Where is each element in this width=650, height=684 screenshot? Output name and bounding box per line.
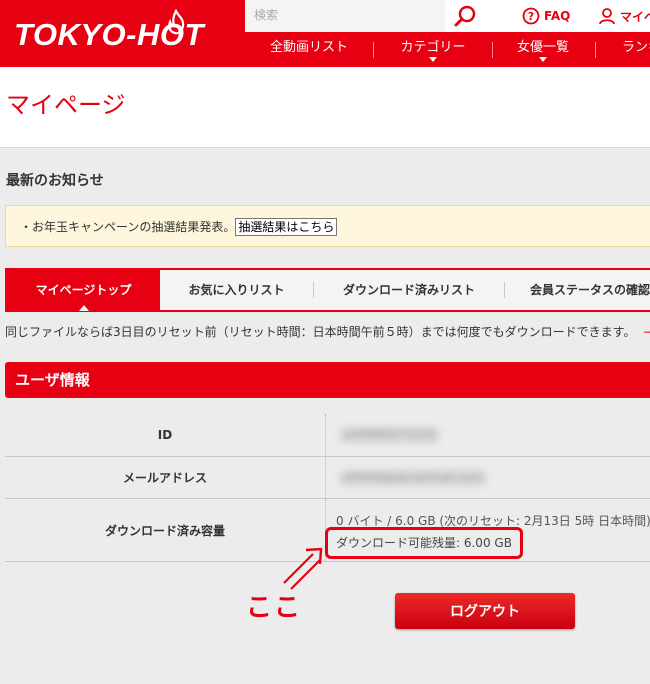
tab-favorites[interactable]: お気に入りリスト <box>160 270 313 310</box>
logout-button[interactable]: ログアウト <box>395 593 575 629</box>
faq-link[interactable]: ? FAQ <box>522 5 570 27</box>
header-utility-links: ? FAQ マイページ <box>445 0 650 32</box>
faq-label: FAQ <box>544 9 571 23</box>
page-title: マイページ <box>6 91 126 119</box>
lottery-results-link[interactable]: 抽選結果はこちら <box>235 218 338 236</box>
download-rule-note: 同じファイルならば3日目のリセット前（リセット時間：日本時間午前５時）までは何度… <box>5 323 650 340</box>
search-button[interactable] <box>453 4 479 28</box>
more-link[interactable]: → <box>643 325 650 339</box>
mypage-label: マイページ <box>620 9 650 24</box>
double-arrow-annotation-icon <box>283 547 323 590</box>
tab-member-status[interactable]: 会員ステータスの確認 <box>505 270 650 310</box>
nav-categories[interactable]: カテゴリー <box>374 34 492 67</box>
notice-box: ・お年玉キャンペーンの抽選結果発表。 抽選結果はこちら <box>5 205 650 247</box>
blurred-email: ef0000@abcdefmail.com <box>338 468 488 487</box>
download-rule-text: 同じファイルならば3日目のリセット前（リセット時間：日本時間午前５時）までは何度… <box>5 325 636 339</box>
svg-text:?: ? <box>528 10 534 23</box>
tab-label: 会員ステータスの確認 <box>529 283 650 297</box>
search-input[interactable] <box>245 0 439 30</box>
tab-downloaded[interactable]: ダウンロード済みリスト <box>314 270 504 310</box>
tab-label: マイページトップ <box>35 283 132 297</box>
nav-divider <box>595 42 596 58</box>
tab-mypage-top[interactable]: マイページトップ <box>7 270 160 311</box>
page-title-bar: マイページ <box>0 67 650 148</box>
tab-label: お気に入りリスト <box>188 283 285 297</box>
nav-ranking[interactable]: ランキング <box>622 34 650 67</box>
user-icon <box>599 8 615 25</box>
flame-icon <box>168 9 185 35</box>
row-label-download-capacity: ダウンロード済み容量 <box>104 523 225 538</box>
section-title: ユーザ情報 <box>15 371 90 389</box>
caret-down-icon <box>429 57 437 62</box>
table-row: メールアドレス ef0000@abcdefmail.com <box>5 457 650 499</box>
nav-all-videos[interactable]: 全動画リスト <box>245 34 373 67</box>
notices-heading: 最新のお知らせ <box>6 173 104 189</box>
nav-label: 全動画リスト <box>269 40 348 55</box>
row-label-id: ID <box>157 428 173 442</box>
active-tab-indicator <box>78 305 89 311</box>
tab-label: ダウンロード済みリスト <box>342 283 475 297</box>
search-bar <box>245 0 445 32</box>
nav-label: ランキング <box>622 40 650 55</box>
nav-actresses[interactable]: 女優一覧 <box>493 34 593 67</box>
mypage-link[interactable]: マイページ <box>598 5 650 27</box>
question-icon: ? <box>522 7 540 25</box>
site-header: TOKYO-HOT ? FAQ マイページ <box>0 0 650 67</box>
mypage-tabs: マイページトップ お気に入りリスト ダウンロード済みリスト 会員ステータスの確認 <box>5 268 650 312</box>
notice-text: ・お年玉キャンペーンの抽選結果発表。 <box>20 220 236 234</box>
table-row: ID 1409900271222 <box>5 414 650 457</box>
row-label-email: メールアドレス <box>122 471 207 485</box>
blurred-user-id: 1409900271222 <box>338 426 441 444</box>
notice-item: ・お年玉キャンペーンの抽選結果発表。 抽選結果はこちら <box>20 218 338 236</box>
user-info-header: ユーザ情報 <box>5 362 650 398</box>
caret-down-icon <box>539 57 547 62</box>
remaining-capacity-text: ダウンロード可能残量: 6.00 GB <box>336 536 512 550</box>
annotation-label: ここ <box>246 593 303 623</box>
remaining-capacity-highlight: ダウンロード可能残量: 6.00 GB <box>325 527 523 559</box>
row-value-id: 1409900271222 <box>325 414 650 456</box>
global-nav: 全動画リスト カテゴリー 女優一覧 ランキング <box>245 34 650 67</box>
row-value-email: ef0000@abcdefmail.com <box>325 457 650 498</box>
search-icon <box>454 5 476 27</box>
